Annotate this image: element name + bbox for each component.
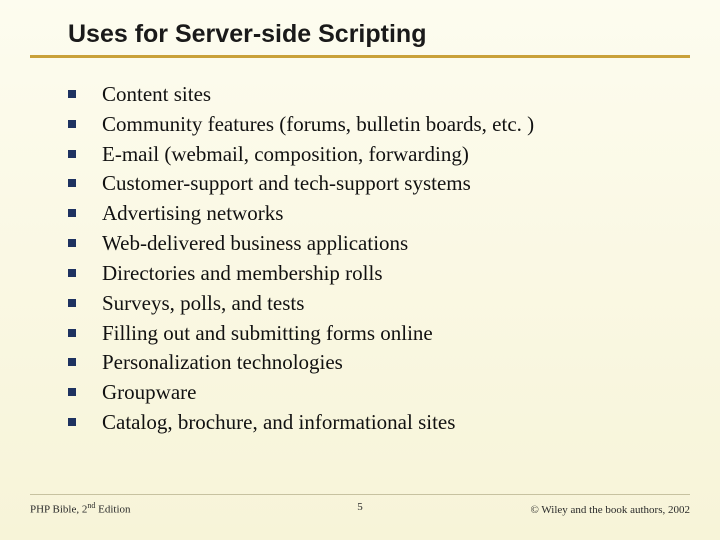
- slide-title: Uses for Server-side Scripting: [30, 20, 690, 58]
- list-item: Web-delivered business applications: [68, 229, 690, 259]
- list-item: Filling out and submitting forms online: [68, 319, 690, 349]
- list-item: Content sites: [68, 80, 690, 110]
- footer-right: © Wiley and the book authors, 2002: [530, 504, 690, 516]
- list-item: Advertising networks: [68, 199, 690, 229]
- list-item: Groupware: [68, 378, 690, 408]
- list-item: Catalog, brochure, and informational sit…: [68, 408, 690, 438]
- list-item: Directories and membership rolls: [68, 259, 690, 289]
- list-item: Community features (forums, bulletin boa…: [68, 110, 690, 140]
- bullet-list: Content sites Community features (forums…: [68, 80, 690, 438]
- list-item: Surveys, polls, and tests: [68, 289, 690, 319]
- slide-footer: PHP Bible, 2nd Edition 5 © Wiley and the…: [30, 494, 690, 516]
- slide-content: Content sites Community features (forums…: [30, 80, 690, 438]
- list-item: Customer-support and tech-support system…: [68, 169, 690, 199]
- list-item: Personalization technologies: [68, 348, 690, 378]
- slide: Uses for Server-side Scripting Content s…: [0, 0, 720, 540]
- list-item: E-mail (webmail, composition, forwarding…: [68, 140, 690, 170]
